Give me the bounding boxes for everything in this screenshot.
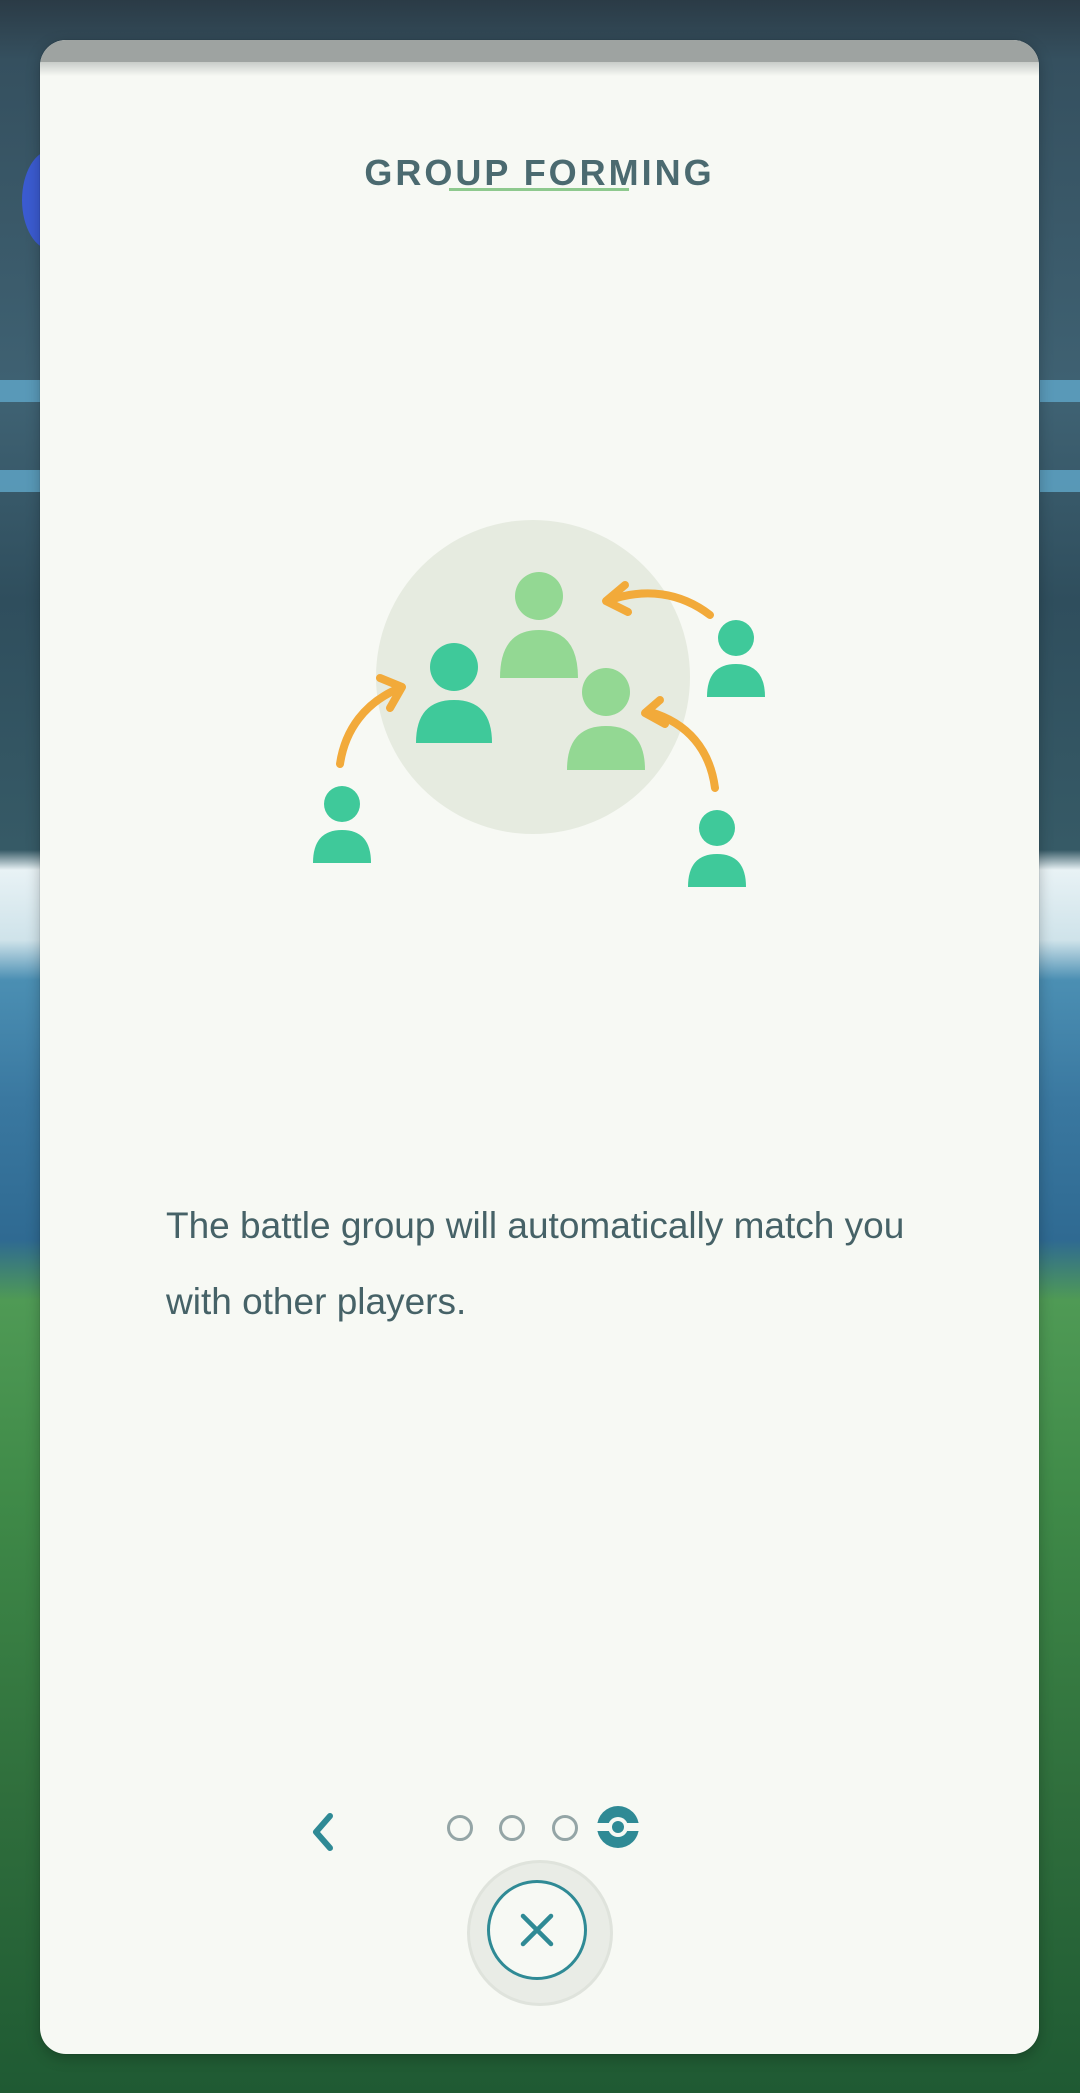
background-right bbox=[1040, 0, 1080, 2093]
player-outside-top-right bbox=[707, 620, 765, 697]
background-stripe bbox=[1040, 380, 1080, 402]
dialog-description: The battle group will automatically matc… bbox=[166, 1205, 905, 1322]
close-button-inner[interactable] bbox=[487, 1880, 587, 1980]
group-forming-dialog: GROUP FORMING The battle group will auto… bbox=[40, 40, 1039, 2054]
page-dot-3[interactable] bbox=[552, 1815, 578, 1841]
close-icon bbox=[520, 1913, 554, 1947]
page-dot-1[interactable] bbox=[447, 1815, 473, 1841]
player-outside-left bbox=[313, 786, 371, 863]
background-stripe bbox=[1040, 470, 1080, 492]
chevron-left-icon[interactable] bbox=[302, 1808, 346, 1856]
pokeball-icon[interactable] bbox=[595, 1804, 641, 1850]
player-outside-bottom-right bbox=[688, 810, 746, 887]
background-left bbox=[0, 0, 40, 2093]
background-stripe bbox=[0, 470, 40, 492]
close-button[interactable] bbox=[470, 1863, 610, 2003]
background-stripe bbox=[0, 380, 40, 402]
page-dot-2[interactable] bbox=[499, 1815, 525, 1841]
group-forming-players-icon bbox=[313, 520, 765, 887]
page-indicator bbox=[40, 1800, 1039, 1860]
